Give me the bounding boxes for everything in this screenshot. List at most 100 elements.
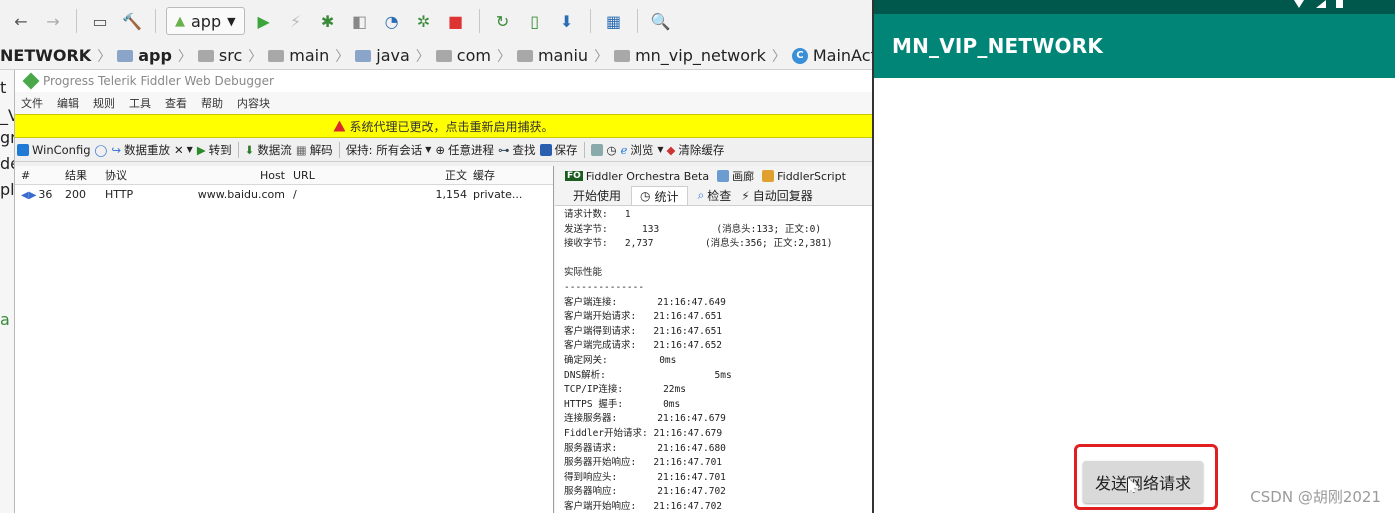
android-emulator: MN_VIP_NETWORK 发送网络请求 CSDN @胡刚2021 [872, 0, 1395, 513]
session-row[interactable]: ◀▶ 36 200 HTTP www.baidu.com / 1,154 priv… [15, 185, 553, 204]
menu-view[interactable]: 查看 [165, 95, 187, 111]
apply-changes-icon[interactable]: ⚡ [283, 8, 309, 34]
keep-sessions-dropdown[interactable]: 保持: 所有会话 ▼ [346, 142, 432, 158]
fiddler-logo-icon [22, 72, 40, 90]
stats-line: 连接服务器: 21:16:47.679 [564, 413, 726, 425]
menu-file[interactable]: 文件 [21, 95, 43, 111]
menu-help[interactable]: 帮助 [201, 95, 223, 111]
tab-inspectors[interactable]: ⌕ 检查 [698, 187, 732, 204]
breadcrumb-com[interactable]: com [435, 46, 491, 65]
col-url[interactable]: URL [293, 169, 428, 182]
attach-debugger-icon[interactable]: ◧ [347, 8, 373, 34]
stopwatch-icon: ◷ [640, 189, 651, 203]
attach-process-icon[interactable]: ✲ [411, 8, 437, 34]
sdk-manager-icon[interactable]: ⬇ [554, 8, 580, 34]
fiddler-menu-bar: 文件 编辑 规则 工具 查看 帮助 内容块 [15, 92, 872, 114]
clear-cache-button[interactable]: ▼ ◆ 清除缓存 [657, 142, 724, 158]
sessions-list[interactable]: # 结果 协议 Host URL 正文 缓存 ◀▶ 36 200 HTTP www… [15, 166, 554, 513]
session-result: 200 [65, 188, 86, 201]
breadcrumb-src[interactable]: src [197, 46, 242, 65]
stats-line: 确定网关: 0ms [564, 354, 677, 366]
proxy-warning-text: 系统代理已更改，点击重新启用捕获。 [349, 119, 554, 134]
script-icon [762, 170, 775, 182]
tab-fiddlerscript[interactable]: FiddlerScript [762, 170, 846, 183]
stream-button[interactable]: ⬇ 数据流 [245, 142, 292, 158]
breadcrumb-mn-vip-network[interactable]: mn_vip_network [614, 46, 766, 65]
camera-icon [590, 143, 603, 156]
save-button[interactable]: 保存 [539, 142, 578, 158]
session-cache: private... [473, 188, 523, 201]
tab-autoresponder[interactable]: ⚡ 自动回复器 [741, 187, 812, 204]
debug-icon[interactable]: ✱ [315, 8, 341, 34]
col-body[interactable]: 正文 [428, 167, 473, 183]
terminal-icon[interactable]: ▭ [87, 8, 113, 34]
fiddler-window: Progress Telerik Fiddler Web Debugger 文件… [14, 70, 873, 513]
comment-button[interactable]: ◯ [95, 143, 108, 157]
play-icon: ▶ [196, 142, 206, 157]
highlight-box: 发送网络请求 [1074, 444, 1218, 510]
inspector-tabs-bottom: 开始使用 ◷ 统计 ⌕ 检查 ⚡ 自动回复器 [555, 186, 873, 206]
col-host[interactable]: Host [163, 169, 293, 182]
col-result[interactable]: 结果 [65, 167, 105, 183]
avd-manager-icon[interactable]: ▯ [522, 8, 548, 34]
stats-line [564, 252, 873, 267]
breadcrumb-separator: 〉 [594, 48, 609, 65]
run-config-selector[interactable]: ▲ app ▼ [166, 7, 245, 35]
fo-badge: FO [565, 171, 583, 181]
battery-icon [1336, 0, 1343, 8]
replay-icon: ↪ [111, 142, 122, 157]
watermark: CSDN @胡刚2021 [1250, 488, 1381, 506]
toolbar-separator [636, 9, 638, 33]
tab-get-started[interactable]: 开始使用 [573, 187, 621, 204]
profiler-icon[interactable]: ◔ [379, 8, 405, 34]
search-icon[interactable]: 🔍 [648, 8, 674, 34]
breadcrumb-mainactivity[interactable]: CMainActivity [791, 46, 872, 65]
breadcrumb-maniu[interactable]: maniu [516, 46, 588, 65]
decode-button[interactable]: ▦ 解码 [296, 142, 333, 158]
screenshot-button[interactable] [590, 143, 603, 156]
package-icon [435, 49, 452, 62]
proxy-warning-bar[interactable]: 系统代理已更改，点击重新启用捕获。 [15, 114, 872, 138]
forward-arrow-icon[interactable]: → [40, 8, 66, 34]
find-button[interactable]: ⊶ 查找 [498, 142, 536, 158]
tab-fiddler-orchestra[interactable]: FO Fiddler Orchestra Beta [565, 170, 709, 183]
breadcrumb-separator: 〉 [496, 48, 511, 65]
hammer-icon[interactable]: 🔨 [119, 8, 145, 34]
stop-icon[interactable]: ■ [443, 8, 469, 34]
app-bar: MN_VIP_NETWORK [874, 14, 1395, 78]
tab-statistics[interactable]: ◷ 统计 [631, 186, 688, 205]
browse-button[interactable]: ℯ 浏览 [621, 142, 654, 158]
run-icon[interactable]: ▶ [251, 8, 277, 34]
fiddler-title-bar: Progress Telerik Fiddler Web Debugger [15, 70, 872, 92]
decode-icon: ▦ [295, 142, 307, 157]
breadcrumb-app[interactable]: app [117, 46, 172, 65]
breadcrumb-separator: 〉 [771, 48, 786, 65]
tab-gallery[interactable]: 画廊 [717, 168, 754, 184]
timer-button[interactable]: ◷ [607, 143, 617, 157]
clock-icon: ◷ [606, 142, 617, 157]
menu-tools[interactable]: 工具 [129, 95, 151, 111]
session-protocol: HTTP [105, 188, 134, 201]
clipped-text: pl [0, 180, 14, 199]
menu-rules[interactable]: 规则 [93, 95, 115, 111]
any-process-button[interactable]: ⊕ 任意进程 [435, 142, 494, 158]
back-arrow-icon[interactable]: ← [8, 8, 34, 34]
col-cache[interactable]: 缓存 [473, 167, 533, 183]
remove-button[interactable]: ✕ ▼ [174, 143, 193, 157]
breadcrumb-main[interactable]: main [268, 46, 329, 65]
gradle-sync-icon[interactable]: ↻ [490, 8, 516, 34]
breadcrumb-java[interactable]: java [355, 46, 410, 65]
menu-edit[interactable]: 编辑 [57, 95, 79, 111]
breadcrumb-project[interactable]: NETWORK [0, 46, 91, 65]
ide-project-panel-clipped: t _V gra de pl a [0, 70, 14, 513]
send-request-button[interactable]: 发送网络请求 [1083, 461, 1203, 503]
project-structure-icon[interactable]: ▦ [601, 8, 627, 34]
session-body-size: 1,154 [435, 188, 468, 201]
menu-content[interactable]: 内容块 [237, 95, 270, 111]
replay-button[interactable]: ↪ 数据重放 [111, 142, 170, 158]
winconfig-button[interactable]: WinConfig [17, 143, 91, 157]
col-number[interactable]: # [15, 169, 65, 182]
col-protocol[interactable]: 协议 [105, 167, 163, 183]
stats-line: 客户端得到请求: 21:16:47.651 [564, 325, 723, 337]
goto-button[interactable]: ▶ 转到 [197, 142, 232, 158]
